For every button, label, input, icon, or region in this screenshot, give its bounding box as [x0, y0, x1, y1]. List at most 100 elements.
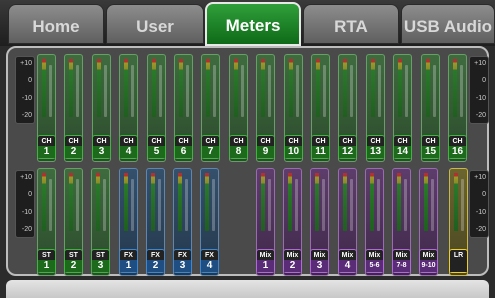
tab-usb-audio[interactable]: USB Audio	[401, 4, 495, 44]
level-meter	[343, 59, 347, 117]
strip-label: Mix 1	[256, 249, 275, 273]
level-meter	[288, 173, 292, 231]
strip-number-label: 7	[202, 146, 219, 158]
strip-number-label: 6	[175, 146, 192, 158]
fader-indicator	[159, 65, 162, 117]
strip-number-label: 5-6	[366, 260, 383, 272]
strip-type-label: CH	[96, 138, 107, 145]
meter-strip-main-[interactable]: LR	[449, 168, 468, 276]
meter-strip-stereo-1[interactable]: ST 1	[37, 168, 56, 276]
strip-label: CH 1	[37, 135, 56, 159]
strip-type-label: FX	[178, 252, 187, 259]
meter-strip-fx-1[interactable]: FX 1	[119, 168, 138, 276]
tab-home[interactable]: Home	[8, 4, 104, 44]
meter-strip-mix-1[interactable]: Mix 1	[256, 168, 275, 276]
meter-strip-channel-12[interactable]: CH 12	[338, 54, 357, 162]
strip-type-label: CH	[315, 138, 326, 145]
level-meter	[289, 59, 293, 117]
strip-number-label: 3	[174, 260, 191, 272]
meter-strip-channel-13[interactable]: CH 13	[366, 54, 385, 162]
strip-label: ST 3	[91, 249, 110, 273]
meter-strip-stereo-3[interactable]: ST 3	[91, 168, 110, 276]
strip-number-label: 9	[257, 146, 274, 158]
meter-strip-channel-1[interactable]: CH 1	[37, 54, 56, 162]
meter-strip-channel-4[interactable]: CH 4	[119, 54, 138, 162]
meter-strip-fx-3[interactable]: FX 3	[173, 168, 192, 276]
strip-type-label: Mix	[422, 252, 435, 259]
strip-number-label: 14	[394, 146, 411, 158]
level-meter	[454, 173, 458, 231]
strip-number-label: 3	[311, 260, 328, 272]
meter-strip-mix-4[interactable]: Mix 4	[338, 168, 357, 276]
meter-scale-left-row1: +10 0 -10 -20	[15, 56, 35, 124]
level-meter	[69, 59, 73, 117]
tab-user[interactable]: User	[106, 4, 204, 44]
meter-strip-channel-15[interactable]: CH 15	[421, 54, 440, 162]
fader-indicator	[296, 65, 299, 117]
level-meter	[453, 59, 457, 117]
strip-label: CH 5	[147, 135, 166, 159]
strip-number-label: 9-10	[420, 260, 437, 272]
strip-number-label: 13	[367, 146, 384, 158]
strip-type-label: CH	[68, 138, 79, 145]
meter-strip-mix-3[interactable]: Mix 3	[310, 168, 329, 276]
meter-strip-stereo-2[interactable]: ST 2	[64, 168, 83, 276]
meter-strip-channel-14[interactable]: CH 14	[393, 54, 412, 162]
strip-type-label: CH	[41, 138, 52, 145]
fader-indicator	[131, 65, 134, 117]
meter-strip-channel-9[interactable]: CH 9	[256, 54, 275, 162]
meter-strip-mix-78[interactable]: Mix 7-8	[392, 168, 411, 276]
fader-indicator	[405, 65, 408, 117]
strip-type-label: CH	[425, 138, 436, 145]
level-meter	[69, 173, 73, 231]
level-meter	[398, 59, 402, 117]
fader-indicator	[241, 65, 244, 117]
level-meter	[152, 59, 156, 117]
fader-indicator	[49, 179, 52, 231]
strip-label: FX 4	[200, 249, 219, 273]
strip-label: Mix 5-6	[365, 249, 384, 273]
level-meter	[426, 59, 430, 117]
strip-number-label: 4	[201, 260, 218, 272]
meter-strip-channel-8[interactable]: CH 8	[229, 54, 248, 162]
tab-rta[interactable]: RTA	[303, 4, 399, 44]
meter-strip-channel-3[interactable]: CH 3	[92, 54, 111, 162]
strip-number-label: 11	[312, 146, 329, 158]
tab-meters[interactable]: Meters	[205, 2, 301, 46]
meter-strip-channel-16[interactable]: CH 16	[448, 54, 467, 162]
strip-type-label: FX	[205, 252, 214, 259]
meter-strip-mix-910[interactable]: Mix 9-10	[419, 168, 438, 276]
strip-label: Mix 3	[310, 249, 329, 273]
meter-strip-channel-10[interactable]: CH 10	[284, 54, 303, 162]
strip-type-label: CH	[370, 138, 381, 145]
fader-indicator	[104, 65, 107, 117]
fader-indicator	[268, 179, 271, 231]
strip-label: CH 12	[338, 135, 357, 159]
strip-number-label: 10	[285, 146, 302, 158]
strip-label: FX 2	[146, 249, 165, 273]
meter-strip-mix-56[interactable]: Mix 5-6	[365, 168, 384, 276]
strip-type-label: CH	[288, 138, 299, 145]
meter-strip-fx-2[interactable]: FX 2	[146, 168, 165, 276]
meter-strip-channel-11[interactable]: CH 11	[311, 54, 330, 162]
strip-type-label: CH	[123, 138, 134, 145]
fader-indicator	[431, 179, 434, 231]
strip-label: CH 10	[284, 135, 303, 159]
meter-strip-fx-4[interactable]: FX 4	[200, 168, 219, 276]
strip-type-label: Mix	[341, 252, 354, 259]
fader-indicator	[295, 179, 298, 231]
meter-strip-channel-5[interactable]: CH 5	[147, 54, 166, 162]
level-meter	[97, 59, 101, 117]
meter-strip-channel-6[interactable]: CH 6	[174, 54, 193, 162]
strip-label: Mix 4	[338, 249, 357, 273]
strip-number-label: 12	[339, 146, 356, 158]
strip-type-label: Mix	[313, 252, 326, 259]
fader-indicator	[185, 179, 188, 231]
fader-indicator	[378, 65, 381, 117]
strip-label: CH 3	[92, 135, 111, 159]
meter-strip-mix-2[interactable]: Mix 2	[283, 168, 302, 276]
strip-label: Mix 7-8	[392, 249, 411, 273]
meter-strip-channel-2[interactable]: CH 2	[64, 54, 83, 162]
meter-strip-channel-7[interactable]: CH 7	[201, 54, 220, 162]
strip-type-label: ST	[42, 252, 51, 259]
